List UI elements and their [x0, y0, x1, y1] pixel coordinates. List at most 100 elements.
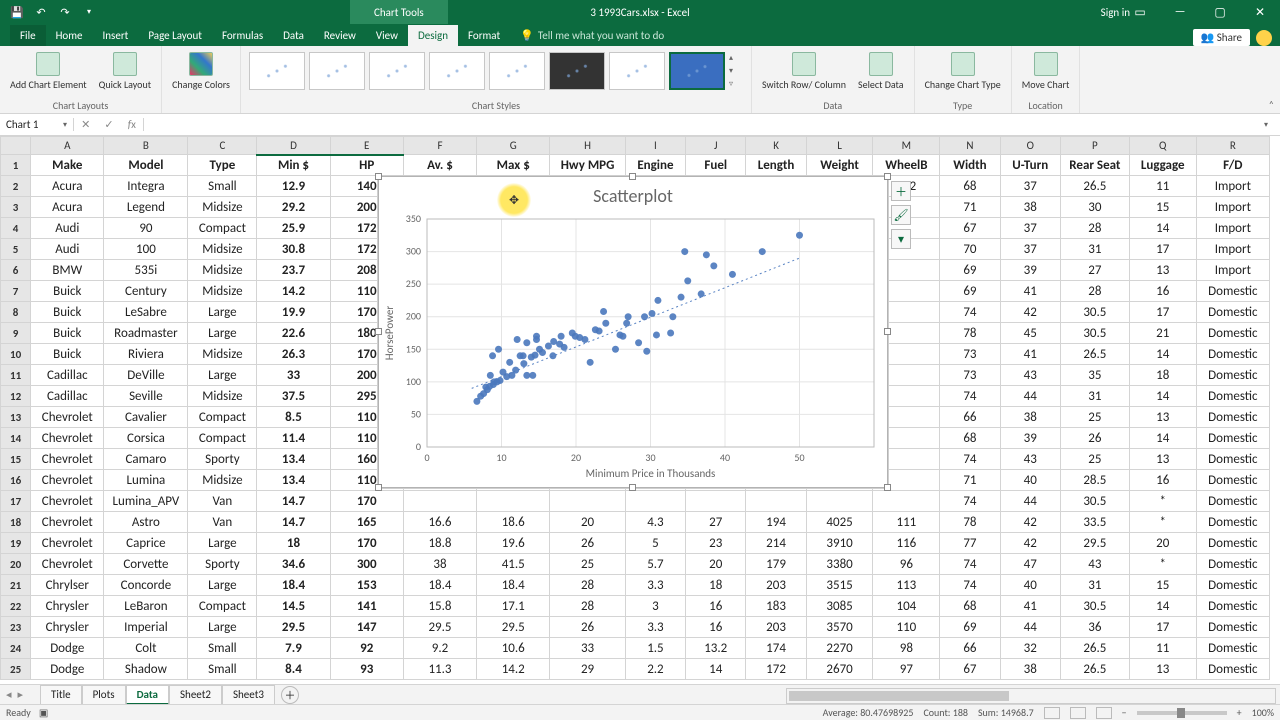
- style-scroll-down-icon[interactable]: ▾: [729, 66, 743, 76]
- cell[interactable]: 31: [1060, 575, 1129, 596]
- header-cell[interactable]: Luggage: [1129, 155, 1196, 176]
- cell[interactable]: 70: [940, 239, 1000, 260]
- cell[interactable]: Large: [188, 533, 257, 554]
- cell[interactable]: 170: [330, 491, 403, 512]
- cell[interactable]: 38: [403, 554, 476, 575]
- row-header-21[interactable]: 21: [1, 575, 31, 596]
- cell[interactable]: Midsize: [188, 197, 257, 218]
- cell[interactable]: 18: [1129, 365, 1196, 386]
- cell[interactable]: 12.9: [257, 176, 330, 197]
- cell[interactable]: 174: [746, 638, 806, 659]
- cell[interactable]: 25: [550, 554, 625, 575]
- row-header-25[interactable]: 25: [1, 659, 31, 680]
- header-cell[interactable]: Model: [104, 155, 188, 176]
- cell[interactable]: Corsica: [104, 428, 188, 449]
- cell[interactable]: 14: [1129, 386, 1196, 407]
- cell[interactable]: Domestic: [1196, 512, 1269, 533]
- cell[interactable]: LeBaron: [104, 596, 188, 617]
- cell[interactable]: 41: [1000, 596, 1060, 617]
- cell[interactable]: 172: [746, 659, 806, 680]
- cell[interactable]: 16: [1129, 470, 1196, 491]
- cell[interactable]: 13: [1129, 407, 1196, 428]
- cell[interactable]: 214: [746, 533, 806, 554]
- cell[interactable]: 68: [940, 176, 1000, 197]
- cell[interactable]: 153: [330, 575, 403, 596]
- cell[interactable]: Small: [188, 176, 257, 197]
- close-icon[interactable]: ✕: [1240, 0, 1280, 24]
- cell[interactable]: 13: [1129, 659, 1196, 680]
- cell[interactable]: *: [1129, 491, 1196, 512]
- cell[interactable]: 8.5: [257, 407, 330, 428]
- cell[interactable]: 16: [686, 596, 746, 617]
- col-header-D[interactable]: D: [257, 137, 330, 155]
- cell[interactable]: 11.3: [403, 659, 476, 680]
- cell[interactable]: 25.9: [257, 218, 330, 239]
- cell[interactable]: 14: [1129, 428, 1196, 449]
- cell[interactable]: 27: [686, 512, 746, 533]
- cell[interactable]: 141: [330, 596, 403, 617]
- cell[interactable]: 31: [1060, 239, 1129, 260]
- cancel-formula-icon[interactable]: ✕: [81, 118, 90, 131]
- cell[interactable]: 18.8: [403, 533, 476, 554]
- header-cell[interactable]: Av. $: [403, 155, 476, 176]
- cell[interactable]: Midsize: [188, 344, 257, 365]
- cell[interactable]: 13.4: [257, 470, 330, 491]
- cell[interactable]: [403, 491, 476, 512]
- tab-view[interactable]: View: [366, 25, 408, 46]
- cell[interactable]: 18.6: [477, 512, 550, 533]
- col-header-B[interactable]: B: [104, 137, 188, 155]
- row-header-15[interactable]: 15: [1, 449, 31, 470]
- cell[interactable]: 4025: [806, 512, 873, 533]
- cell[interactable]: 38: [1000, 197, 1060, 218]
- col-header-P[interactable]: P: [1060, 137, 1129, 155]
- header-cell[interactable]: U-Turn: [1000, 155, 1060, 176]
- cell[interactable]: 29.5: [403, 617, 476, 638]
- cell[interactable]: Midsize: [188, 239, 257, 260]
- cell[interactable]: 14.2: [257, 281, 330, 302]
- fx-icon[interactable]: fx: [128, 118, 136, 131]
- cell[interactable]: 30.5: [1060, 302, 1129, 323]
- cell[interactable]: [686, 491, 746, 512]
- cell[interactable]: Domestic: [1196, 575, 1269, 596]
- cell[interactable]: 93: [330, 659, 403, 680]
- cell[interactable]: 66: [940, 407, 1000, 428]
- resize-handle-s[interactable]: [629, 484, 636, 491]
- cell[interactable]: 23.7: [257, 260, 330, 281]
- tell-me[interactable]: 💡Tell me what you want to do: [510, 25, 674, 46]
- header-cell[interactable]: Type: [188, 155, 257, 176]
- header-cell[interactable]: F/D: [1196, 155, 1269, 176]
- cell[interactable]: Midsize: [188, 386, 257, 407]
- row-header-7[interactable]: 7: [1, 281, 31, 302]
- header-cell[interactable]: Weight: [806, 155, 873, 176]
- tab-insert[interactable]: Insert: [93, 25, 139, 46]
- cell[interactable]: 26.5: [1060, 176, 1129, 197]
- cell[interactable]: 14.7: [257, 491, 330, 512]
- add-sheet-button[interactable]: ＋: [281, 686, 299, 704]
- cell[interactable]: 18: [686, 575, 746, 596]
- cell[interactable]: 16: [1129, 281, 1196, 302]
- cell[interactable]: Domestic: [1196, 386, 1269, 407]
- cell[interactable]: 25: [1060, 449, 1129, 470]
- cell[interactable]: 13.2: [686, 638, 746, 659]
- cell[interactable]: Integra: [104, 176, 188, 197]
- cell[interactable]: Lumina: [104, 470, 188, 491]
- cell[interactable]: Compact: [188, 218, 257, 239]
- style-more-icon[interactable]: ▿: [729, 79, 743, 89]
- tab-nav-prev-icon[interactable]: ◂: [6, 688, 12, 701]
- cell[interactable]: 23: [686, 533, 746, 554]
- cell[interactable]: 44: [1000, 386, 1060, 407]
- cell[interactable]: 78: [940, 512, 1000, 533]
- cell[interactable]: 3910: [806, 533, 873, 554]
- cell[interactable]: 43: [1000, 449, 1060, 470]
- cell[interactable]: Chevrolet: [31, 512, 104, 533]
- col-header-H[interactable]: H: [550, 137, 625, 155]
- resize-handle-se[interactable]: [884, 484, 891, 491]
- cell[interactable]: 28: [1060, 218, 1129, 239]
- cell[interactable]: 203: [746, 617, 806, 638]
- col-header-Q[interactable]: Q: [1129, 137, 1196, 155]
- cell[interactable]: Domestic: [1196, 491, 1269, 512]
- cell[interactable]: 31: [1060, 386, 1129, 407]
- cell[interactable]: Small: [188, 638, 257, 659]
- cell[interactable]: Import: [1196, 218, 1269, 239]
- cell[interactable]: 68: [940, 428, 1000, 449]
